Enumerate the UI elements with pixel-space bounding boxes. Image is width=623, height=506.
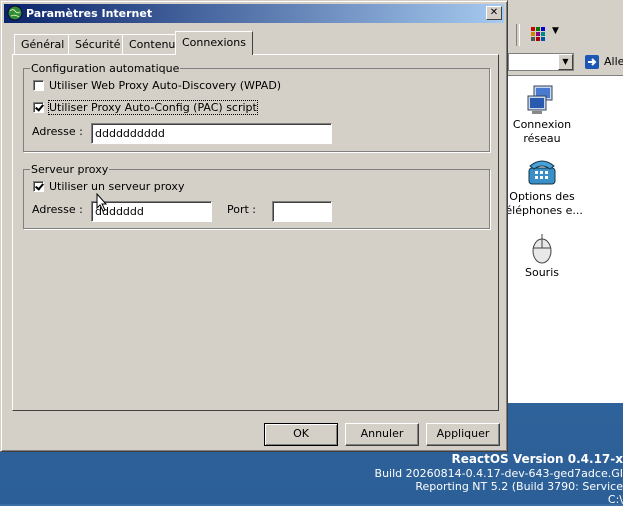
proxy-port-input[interactable] [272, 201, 332, 222]
item-network-connection[interactable]: Connexion réseau [497, 84, 587, 146]
internet-settings-dialog: Paramètres Internet ✕ Général Sécurité C… [0, 0, 508, 452]
cancel-button[interactable]: Annuler [345, 423, 419, 446]
ok-button[interactable]: OK [264, 423, 338, 446]
close-button[interactable]: ✕ [486, 6, 502, 20]
apply-button[interactable]: Appliquer [426, 423, 500, 446]
close-icon: ✕ [490, 7, 498, 18]
pac-checkbox-row[interactable]: Utiliser Proxy Auto-Config (PAC) script [33, 101, 257, 114]
mouse-icon [526, 232, 558, 264]
wpad-label: Utiliser Web Proxy Auto-Discovery (WPAD) [49, 79, 281, 92]
use-proxy-checkbox[interactable] [33, 181, 44, 192]
toolbar-separator [516, 24, 520, 46]
views-dropdown-icon[interactable]: ▼ [552, 26, 559, 36]
toolbar: ▼ [506, 18, 623, 50]
pac-address-input[interactable]: dddddddddd [91, 123, 332, 144]
tab-content[interactable]: Contenu [122, 34, 182, 54]
item-mouse[interactable]: Souris [497, 232, 587, 280]
tab-connections[interactable]: Connexions [175, 31, 253, 55]
version-path: C:\ [608, 493, 623, 506]
use-proxy-checkbox-row[interactable]: Utiliser un serveur proxy [33, 180, 184, 193]
views-icon[interactable] [530, 26, 546, 42]
mouse-cursor-icon [96, 193, 108, 212]
pac-label: Utiliser Proxy Auto-Config (PAC) script [49, 101, 257, 114]
item-phone-options[interactable]: Options des téléphones e... [497, 156, 587, 218]
chevron-down-icon[interactable]: ▼ [558, 54, 573, 70]
tab-security[interactable]: Sécurité [68, 34, 127, 54]
go-label: Aller [604, 55, 623, 68]
version-build: Build 20260814-0.4.17-dev-643-ged7adce.G… [375, 467, 623, 480]
tab-general[interactable]: Général [14, 34, 71, 54]
go-button[interactable]: Aller [582, 53, 623, 71]
item-label: Connexion réseau [513, 118, 571, 145]
item-label: Options des téléphones e... [501, 190, 583, 217]
wpad-checkbox-row[interactable]: Utiliser Web Proxy Auto-Discovery (WPAD) [33, 79, 281, 92]
group-label: Serveur proxy [30, 163, 109, 176]
title-bar[interactable]: Paramètres Internet ✕ [4, 4, 504, 23]
pac-address-label: Adresse : [32, 125, 83, 138]
network-connection-icon [526, 84, 558, 116]
go-arrow-icon [584, 54, 600, 70]
group-label: Configuration automatique [30, 62, 180, 75]
item-label: Souris [525, 266, 559, 279]
address-combobox[interactable]: ▼ [508, 53, 574, 71]
proxy-address-input[interactable]: ddddddd [91, 201, 212, 222]
wpad-checkbox[interactable] [33, 80, 44, 91]
pac-checkbox[interactable] [33, 102, 44, 113]
control-panel-window: ▼ ▼ Aller Connexion réseau [505, 0, 623, 403]
use-proxy-label: Utiliser un serveur proxy [49, 180, 184, 193]
dialog-title: Paramètres Internet [26, 7, 152, 20]
proxy-address-label: Adresse : [32, 203, 83, 216]
version-reporting: Reporting NT 5.2 (Build 3790: Service [415, 480, 623, 493]
items-pane: Connexion réseau Options des téléphones … [508, 75, 623, 403]
proxy-port-label: Port : [227, 203, 256, 216]
version-title: ReactOS Version 0.4.17-x [452, 453, 623, 466]
phone-icon [526, 156, 558, 188]
globe-icon [7, 5, 23, 21]
